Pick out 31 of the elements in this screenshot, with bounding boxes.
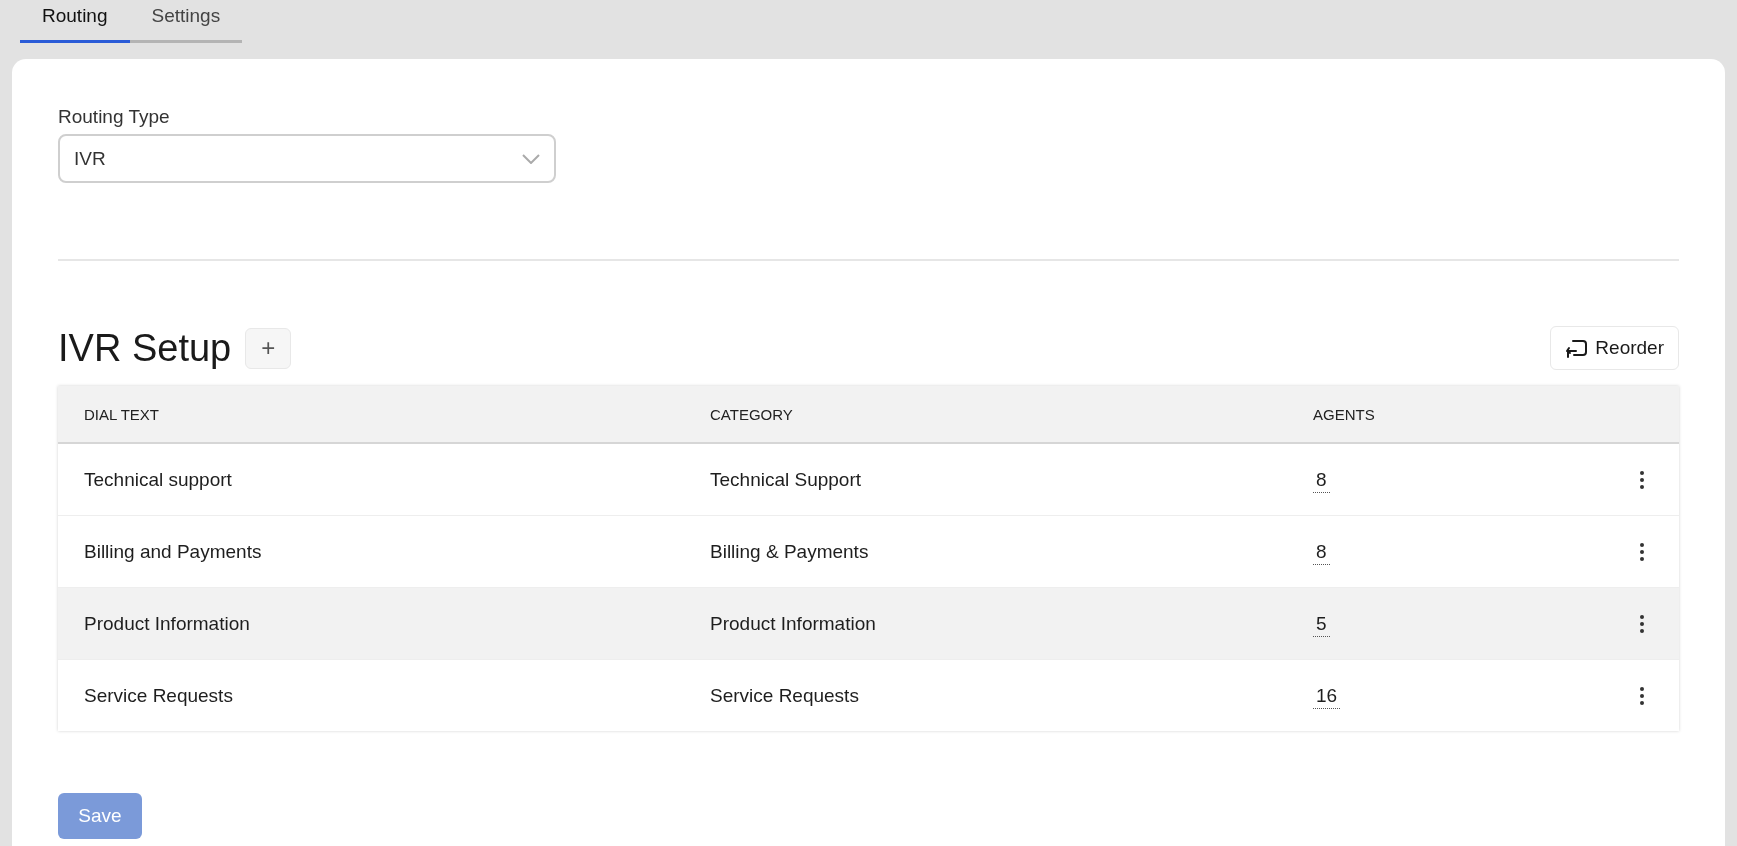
field-label: Routing Type — [58, 106, 170, 128]
reorder-button[interactable]: Reorder — [1550, 326, 1679, 370]
add-button[interactable]: + — [245, 327, 292, 369]
chevron-down-icon — [522, 153, 540, 164]
column-header: AGENTS — [1313, 405, 1375, 423]
tab[interactable]: Settings — [129, 0, 243, 43]
more-icon[interactable] — [1639, 685, 1645, 706]
more-icon[interactable] — [1639, 469, 1645, 490]
more-icon[interactable] — [1639, 613, 1645, 634]
table-cell: Billing & Payments — [710, 540, 869, 563]
agents-count[interactable]: 8 — [1313, 540, 1330, 565]
section-title: IVR Setup — [58, 326, 232, 370]
table-row[interactable]: Technical support Technical Support 8 — [58, 444, 1679, 516]
more-icon[interactable] — [1639, 541, 1645, 562]
table-cell: Service Requests — [710, 684, 859, 707]
agents-count[interactable]: 16 — [1313, 684, 1341, 709]
table-cell: Technical support — [84, 468, 232, 491]
table-cell: Product Information — [710, 612, 876, 635]
table-row[interactable]: Service Requests Service Requests 16 — [58, 660, 1679, 731]
agents-count[interactable]: 5 — [1313, 612, 1330, 637]
column-header: CATEGORY — [710, 405, 793, 423]
table-cell: Technical Support — [710, 468, 862, 491]
table-cell: Product Information — [84, 612, 250, 635]
table-cell: Service Requests — [84, 684, 233, 707]
routing-type-select[interactable]: IVR — [58, 134, 556, 183]
column-header: DIAL TEXT — [84, 405, 160, 423]
tab[interactable]: Routing — [20, 0, 130, 43]
reorder-icon — [1565, 337, 1590, 359]
table-cell: Billing and Payments — [84, 540, 262, 563]
agents-count[interactable]: 8 — [1313, 468, 1330, 493]
table-row[interactable]: Product Information Product Information 5 — [58, 588, 1679, 660]
